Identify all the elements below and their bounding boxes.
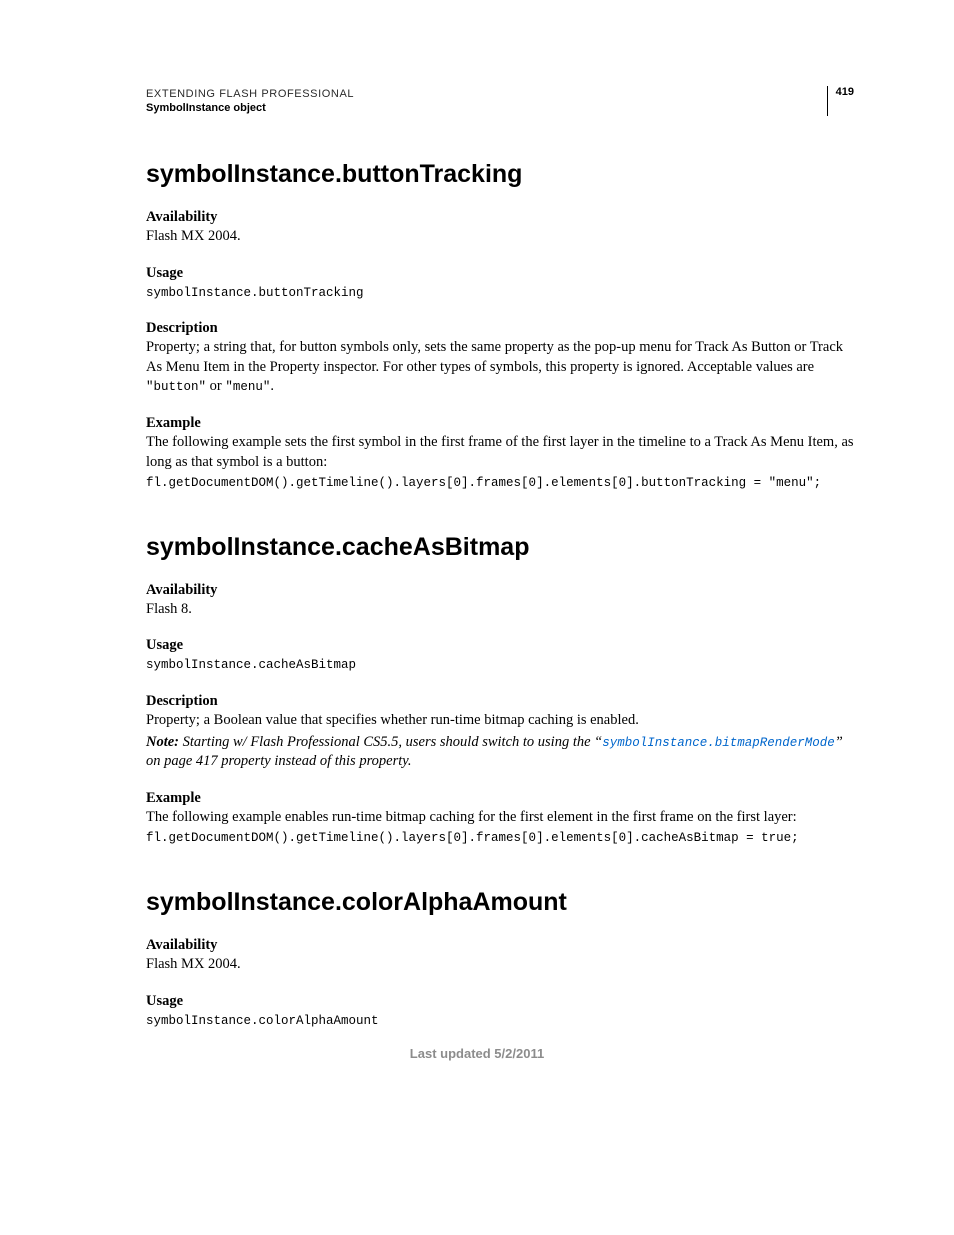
inline-code: "button" [146,380,206,394]
example-code: fl.getDocumentDOM().getTimeline().layers… [146,474,854,493]
availability-text: Flash MX 2004. [146,227,854,247]
note-body-a: Starting w/ Flash Professional CS5.5, us… [179,734,602,750]
note-prefix: Note: [146,734,179,750]
usage-code: symbolInstance.buttonTracking [146,284,854,303]
availability-label: Availability [146,209,854,226]
page-footer: Last updated 5/2/2011 [0,1046,954,1061]
availability-label: Availability [146,937,854,954]
description-label: Description [146,693,854,710]
running-header: EXTENDING FLASH PROFESSIONAL SymbolInsta… [146,88,854,116]
example-code: fl.getDocumentDOM().getTimeline().layers… [146,829,854,848]
body-text: or [206,378,225,394]
page-number: 419 [827,86,854,116]
api-heading: symbolInstance.buttonTracking [146,160,854,189]
description-label: Description [146,320,854,337]
availability-text: Flash 8. [146,600,854,620]
body-text: Property; a string that, for button symb… [146,339,843,375]
example-text: The following example sets the first sym… [146,433,854,472]
description-text: Property; a Boolean value that specifies… [146,711,854,731]
page-body: EXTENDING FLASH PROFESSIONAL SymbolInsta… [0,0,954,1107]
inline-code: "menu" [225,380,270,394]
example-label: Example [146,790,854,807]
usage-code: symbolInstance.colorAlphaAmount [146,1012,854,1031]
cross-reference-link[interactable]: symbolInstance.bitmapRenderMode [602,736,835,750]
note-text: Note: Starting w/ Flash Professional CS5… [146,733,854,772]
example-label: Example [146,415,854,432]
section-buttonTracking: symbolInstance.buttonTracking Availabili… [146,160,854,493]
description-text: Property; a string that, for button symb… [146,338,854,397]
availability-text: Flash MX 2004. [146,955,854,975]
api-heading: symbolInstance.colorAlphaAmount [146,888,854,917]
section-name: SymbolInstance object [146,102,827,114]
example-text: The following example enables run-time b… [146,808,854,828]
section-colorAlphaAmount: symbolInstance.colorAlphaAmount Availabi… [146,888,854,1030]
usage-label: Usage [146,637,854,654]
usage-label: Usage [146,993,854,1010]
section-cacheAsBitmap: symbolInstance.cacheAsBitmap Availabilit… [146,533,854,848]
api-heading: symbolInstance.cacheAsBitmap [146,533,854,562]
availability-label: Availability [146,582,854,599]
body-text: . [270,378,274,394]
doc-title: EXTENDING FLASH PROFESSIONAL [146,88,827,100]
usage-code: symbolInstance.cacheAsBitmap [146,656,854,675]
usage-label: Usage [146,265,854,282]
running-header-left: EXTENDING FLASH PROFESSIONAL SymbolInsta… [146,88,827,114]
